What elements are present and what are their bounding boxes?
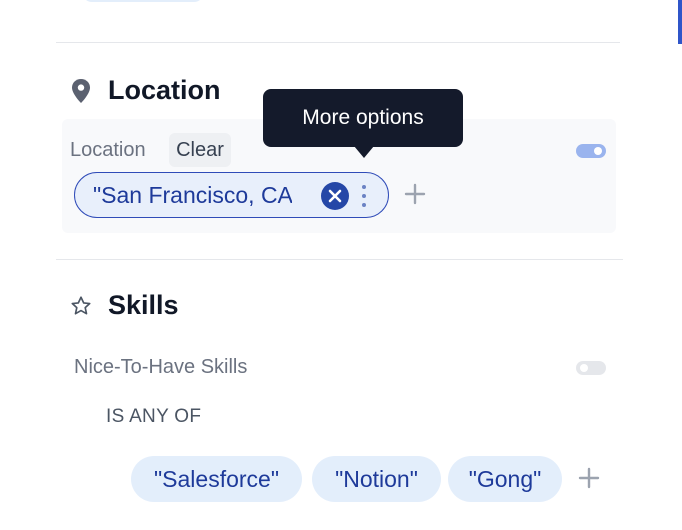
map-pin-icon xyxy=(70,78,92,103)
skills-field-label: Nice-To-Have Skills xyxy=(74,356,248,378)
dot xyxy=(362,185,366,189)
more-options-button[interactable] xyxy=(357,183,371,209)
toggle-knob xyxy=(594,147,602,155)
location-toggle[interactable] xyxy=(576,144,606,158)
close-icon xyxy=(328,189,342,203)
chip-partial[interactable] xyxy=(82,0,204,2)
skill-chip[interactable]: "Gong" xyxy=(448,456,562,502)
clear-button[interactable]: Clear xyxy=(169,133,231,167)
dot xyxy=(362,203,366,207)
divider xyxy=(56,259,623,260)
skill-chip[interactable]: "Salesforce" xyxy=(131,456,302,502)
location-chip-label: "San Francisco, CA xyxy=(93,182,292,208)
plus-icon xyxy=(578,467,600,489)
add-skill-button[interactable] xyxy=(576,465,602,491)
remove-chip-button[interactable] xyxy=(321,182,349,210)
location-chip[interactable]: "San Francisco, CA xyxy=(74,172,389,218)
add-location-button[interactable] xyxy=(402,181,428,207)
more-options-tooltip: More options xyxy=(263,89,463,147)
plus-icon xyxy=(404,183,426,205)
location-section-header: Location xyxy=(70,75,221,106)
star-icon xyxy=(70,294,92,318)
skill-chip[interactable]: "Notion" xyxy=(312,456,441,502)
skills-section-header: Skills xyxy=(70,290,179,321)
divider xyxy=(56,42,620,43)
skills-section-title: Skills xyxy=(108,290,179,320)
tooltip-arrow xyxy=(354,146,374,158)
dot xyxy=(362,194,366,198)
skills-toggle[interactable] xyxy=(576,361,606,375)
location-section-title: Location xyxy=(108,75,221,105)
toggle-knob xyxy=(580,364,588,372)
operator-label: IS ANY OF xyxy=(106,406,202,427)
search-filters-panel: Location Location Clear "San Francisco, … xyxy=(0,0,682,530)
scrollbar[interactable] xyxy=(678,0,682,44)
location-field-label: Location xyxy=(70,139,146,161)
